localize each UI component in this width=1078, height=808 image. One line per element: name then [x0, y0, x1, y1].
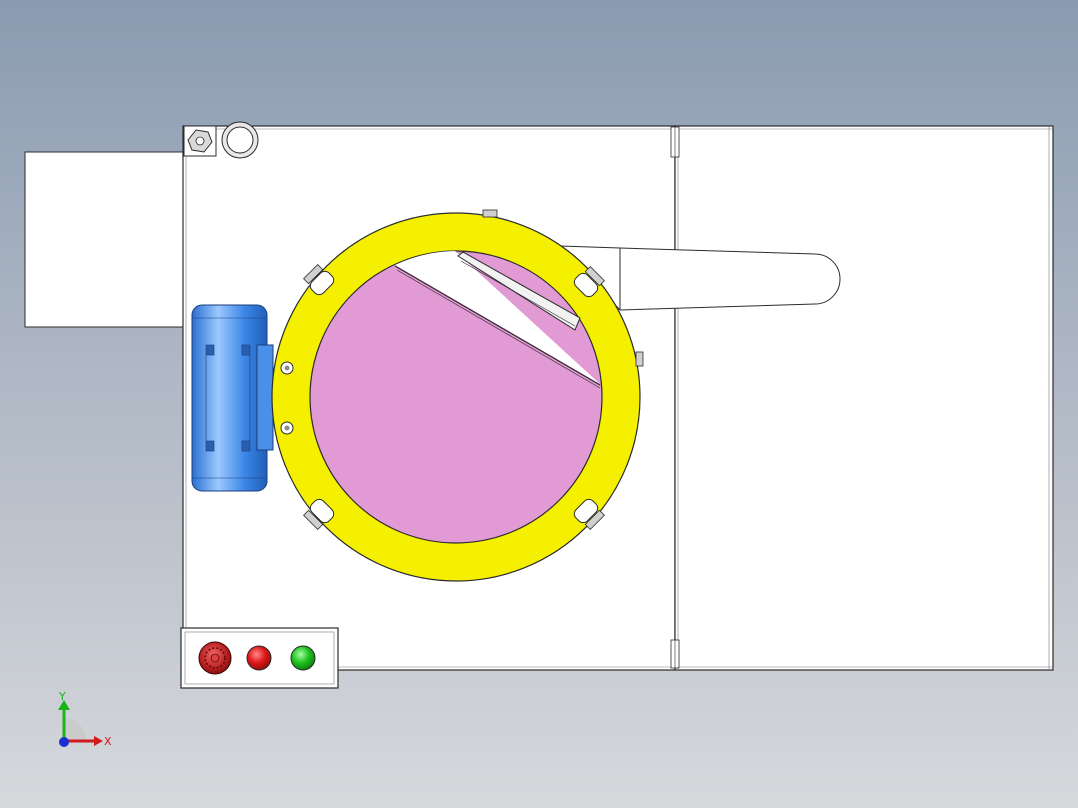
- bolt: [280, 361, 294, 375]
- cad-viewport[interactable]: Y X: [0, 0, 1078, 808]
- x-axis-label: X: [104, 735, 112, 748]
- y-axis-label: Y: [58, 690, 66, 703]
- gearbox[interactable]: [183, 125, 217, 157]
- stop-button[interactable]: [246, 645, 272, 671]
- extension-table[interactable]: [674, 125, 1054, 671]
- ring-tab: [635, 351, 644, 367]
- coupling[interactable]: [221, 121, 259, 159]
- hinge-top: [670, 126, 680, 158]
- chamber[interactable]: [309, 250, 603, 544]
- drive-motor[interactable]: [191, 304, 274, 492]
- cad-drawing: Y X: [24, 121, 1054, 748]
- hinge-bottom: [670, 639, 680, 669]
- side-panel[interactable]: [24, 151, 186, 328]
- start-button[interactable]: [290, 645, 316, 671]
- bolt: [280, 421, 294, 435]
- coordinate-triad: Y X: [58, 690, 112, 748]
- ring-tab: [482, 209, 498, 218]
- emergency-stop-button[interactable]: [198, 641, 232, 675]
